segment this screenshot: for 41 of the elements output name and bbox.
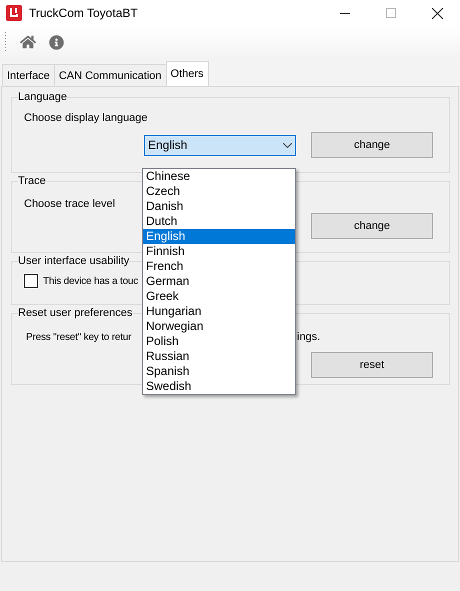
dropdown-option[interactable]: French	[143, 259, 295, 274]
change-button[interactable]: change	[311, 132, 433, 158]
home-button[interactable]	[20, 34, 36, 50]
reset-button[interactable]: reset	[311, 352, 433, 378]
chevron-icon	[283, 142, 292, 148]
change-button[interactable]: change	[311, 213, 433, 239]
home-icon	[20, 34, 36, 50]
prompt-text: ings.	[297, 331, 320, 343]
maximize-icon	[386, 8, 396, 18]
window-title: TruckCom ToyotaBT	[29, 6, 139, 20]
checkbox[interactable]	[24, 274, 38, 288]
dropdown-option[interactable]: Hungarian	[143, 304, 295, 319]
info-icon	[49, 34, 64, 50]
app-logo-icon	[6, 5, 22, 21]
dropdown-option[interactable]: English	[143, 229, 295, 244]
dropdown-option[interactable]: Czech	[143, 184, 295, 199]
prompt-text: Choose display language	[24, 112, 148, 124]
info-button[interactable]	[49, 34, 64, 50]
dropdown-option[interactable]: German	[143, 274, 295, 289]
dropdown-option[interactable]: Danish	[143, 199, 295, 214]
group-title: Language	[18, 91, 67, 103]
group-title: Reset user preferences	[18, 307, 132, 319]
dropdown-option[interactable]: Russian	[143, 349, 295, 364]
group-title: Trace	[18, 175, 46, 187]
close-icon	[432, 8, 442, 18]
dropdown-option[interactable]: Swedish	[143, 379, 295, 394]
language-dropdown[interactable]: English	[144, 134, 296, 156]
prompt-text: Press "reset" key to retur	[26, 332, 132, 342]
dropdown-option[interactable]: Chinese	[143, 169, 295, 184]
tab[interactable]: Interface	[2, 64, 55, 86]
dropdown-option[interactable]: Norwegian	[143, 319, 295, 334]
dropdown-option[interactable]: Greek	[143, 289, 295, 304]
dropdown-option[interactable]: Polish	[143, 334, 295, 349]
prompt-text: Choose trace level	[24, 198, 116, 210]
dropdown-option[interactable]: Dutch	[143, 214, 295, 229]
minimize-icon	[340, 12, 350, 14]
dropdown-option[interactable]: Finnish	[143, 244, 295, 259]
dropdown-option[interactable]: Spanish	[143, 364, 295, 379]
group-title: User interface usability	[18, 255, 130, 267]
checkbox-label: This device has a touc	[43, 276, 138, 286]
tab[interactable]: Others	[166, 61, 209, 86]
